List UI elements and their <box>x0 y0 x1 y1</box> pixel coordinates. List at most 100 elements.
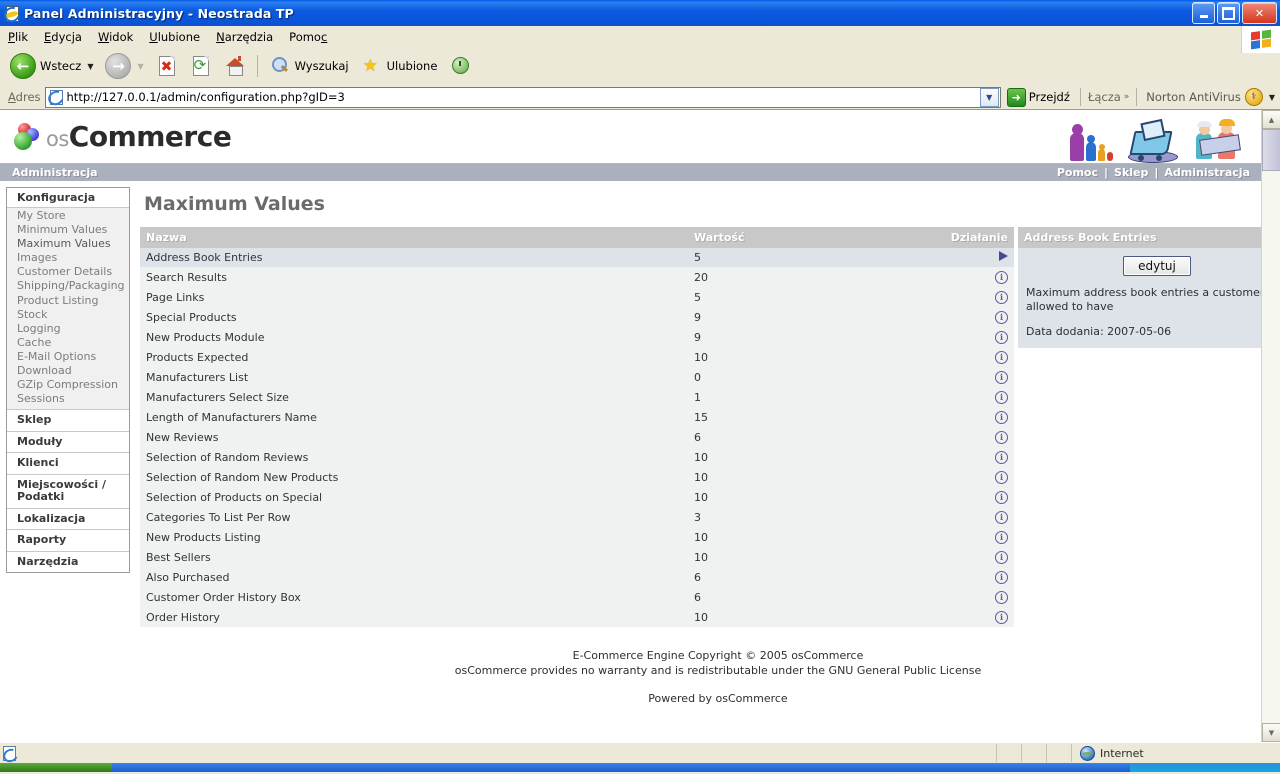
cell-name[interactable]: Categories To List Per Row <box>140 507 688 527</box>
table-row[interactable]: Length of Manufacturers Name 15 i <box>140 407 1014 427</box>
sidebar-item-product-listing[interactable]: Product Listing <box>17 294 129 308</box>
cell-name[interactable]: Also Purchased <box>140 567 688 587</box>
menu-item-pomoc[interactable]: Pomoc <box>281 28 335 46</box>
cell-name[interactable]: Best Sellers <box>140 547 688 567</box>
norton-chevron-down-icon[interactable]: ▼ <box>1269 93 1275 102</box>
sidebar-item-logging[interactable]: Logging <box>17 322 129 336</box>
scrollbar-thumb[interactable] <box>1262 129 1280 171</box>
cell-action[interactable]: i <box>930 467 1014 487</box>
sidebar-item-images[interactable]: Images <box>17 251 129 265</box>
cell-action[interactable]: i <box>930 527 1014 547</box>
sidebar-section-konfiguracja[interactable]: Konfiguracja <box>7 188 129 208</box>
cell-action[interactable] <box>930 248 1014 267</box>
edit-button[interactable]: edytuj <box>1123 256 1191 276</box>
info-icon[interactable]: i <box>995 351 1008 364</box>
table-row[interactable]: New Products Listing 10 i <box>140 527 1014 547</box>
sidebar-section-lokalizacja[interactable]: Lokalizacja <box>7 507 129 530</box>
info-icon[interactable]: i <box>995 611 1008 624</box>
cell-name[interactable]: Customer Order History Box <box>140 587 688 607</box>
info-icon[interactable]: i <box>995 411 1008 424</box>
table-row[interactable]: Search Results 20 i <box>140 267 1014 287</box>
cell-action[interactable]: i <box>930 407 1014 427</box>
maximize-restore-button[interactable] <box>1217 2 1240 24</box>
close-button[interactable]: ✕ <box>1242 2 1277 24</box>
cell-name[interactable]: Page Links <box>140 287 688 307</box>
cell-action[interactable]: i <box>930 387 1014 407</box>
sidebar-section-sklep[interactable]: Sklep <box>7 409 129 431</box>
scroll-down-button[interactable]: ▼ <box>1262 723 1280 742</box>
nav-link-pomoc[interactable]: Pomoc <box>1057 166 1098 179</box>
info-icon[interactable]: i <box>995 511 1008 524</box>
cell-action[interactable]: i <box>930 307 1014 327</box>
go-button[interactable]: ➜ Przejdź <box>1001 87 1076 107</box>
cell-action[interactable]: i <box>930 347 1014 367</box>
info-icon[interactable]: i <box>995 431 1008 444</box>
info-icon[interactable]: i <box>995 491 1008 504</box>
start-button[interactable] <box>0 763 112 772</box>
back-history-chevron-down-icon[interactable]: ▼ <box>87 62 93 71</box>
info-icon[interactable]: i <box>995 311 1008 324</box>
cell-name[interactable]: Search Results <box>140 267 688 287</box>
info-icon[interactable]: i <box>995 331 1008 344</box>
sidebar-item-gzip-compression[interactable]: GZip Compression <box>17 378 129 392</box>
sidebar-item-my-store[interactable]: My Store <box>17 209 129 223</box>
cell-action[interactable]: i <box>930 507 1014 527</box>
sidebar-item-cache[interactable]: Cache <box>17 336 129 350</box>
history-button[interactable] <box>443 53 477 79</box>
table-row[interactable]: Best Sellers 10 i <box>140 547 1014 567</box>
sidebar-section-miejscowosci-podatki[interactable]: Miejscowości / Podatki <box>7 473 129 508</box>
nav-link-sklep[interactable]: Sklep <box>1114 166 1148 179</box>
sidebar-item-sessions[interactable]: Sessions <box>17 392 129 406</box>
table-row[interactable]: Address Book Entries 5 <box>140 248 1014 267</box>
links-button[interactable]: Łącza » <box>1085 90 1132 104</box>
vertical-scrollbar[interactable]: ▲ ▼ <box>1261 110 1280 742</box>
home-button[interactable] <box>218 53 252 79</box>
selected-arrow-icon[interactable] <box>999 251 1008 261</box>
cell-name[interactable]: New Reviews <box>140 427 688 447</box>
table-row[interactable]: Selection of Random New Products 10 i <box>140 467 1014 487</box>
nav-link-administracja[interactable]: Administracja <box>1164 166 1250 179</box>
back-button[interactable]: ← Wstecz ▼ <box>4 51 99 81</box>
info-icon[interactable]: i <box>995 451 1008 464</box>
refresh-button[interactable]: ⟳ <box>184 53 218 79</box>
norton-antivirus-button[interactable]: Norton AntiVirus ⚕ ▼ <box>1141 88 1280 106</box>
cell-name[interactable]: Manufacturers Select Size <box>140 387 688 407</box>
search-button[interactable]: Wyszukaj <box>263 53 355 79</box>
table-row[interactable]: Special Products 9 i <box>140 307 1014 327</box>
cell-name[interactable]: Manufacturers List <box>140 367 688 387</box>
sidebar-item-customer-details[interactable]: Customer Details <box>17 265 129 279</box>
menu-item-edycja[interactable]: Edycja <box>36 28 90 46</box>
minimize-button[interactable] <box>1192 2 1215 24</box>
table-row[interactable]: New Products Module 9 i <box>140 327 1014 347</box>
table-row[interactable]: Selection of Products on Special 10 i <box>140 487 1014 507</box>
cell-name[interactable]: Order History <box>140 607 688 627</box>
cell-action[interactable]: i <box>930 587 1014 607</box>
table-row[interactable]: Order History 10 i <box>140 607 1014 627</box>
table-row[interactable]: Selection of Random Reviews 10 i <box>140 447 1014 467</box>
cell-action[interactable]: i <box>930 567 1014 587</box>
sidebar-section-raporty[interactable]: Raporty <box>7 529 129 551</box>
sidebar-section-moduly[interactable]: Moduły <box>7 430 129 453</box>
sidebar-item-minimum-values[interactable]: Minimum Values <box>17 223 129 237</box>
menu-item-widok[interactable]: Widok <box>90 28 141 46</box>
table-row[interactable]: Manufacturers List 0 i <box>140 367 1014 387</box>
cell-name[interactable]: Products Expected <box>140 347 688 367</box>
cell-name[interactable]: Selection of Random New Products <box>140 467 688 487</box>
info-icon[interactable]: i <box>995 551 1008 564</box>
column-header-wartosc[interactable]: Wartość <box>688 227 930 248</box>
cell-name[interactable]: Length of Manufacturers Name <box>140 407 688 427</box>
cell-action[interactable]: i <box>930 327 1014 347</box>
menu-item-narzedzia[interactable]: Narzędzia <box>208 28 281 46</box>
info-icon[interactable]: i <box>995 371 1008 384</box>
cell-name[interactable]: New Products Module <box>140 327 688 347</box>
table-row[interactable]: Page Links 5 i <box>140 287 1014 307</box>
info-icon[interactable]: i <box>995 471 1008 484</box>
table-row[interactable]: Categories To List Per Row 3 i <box>140 507 1014 527</box>
sidebar-item-shipping-packaging[interactable]: Shipping/Packaging <box>17 279 129 293</box>
table-row[interactable]: Products Expected 10 i <box>140 347 1014 367</box>
sidebar-item-stock[interactable]: Stock <box>17 308 129 322</box>
security-zone[interactable]: Internet <box>1071 744 1280 762</box>
info-icon[interactable]: i <box>995 531 1008 544</box>
menu-item-plik[interactable]: PPliklik <box>0 28 36 46</box>
cell-action[interactable]: i <box>930 267 1014 287</box>
